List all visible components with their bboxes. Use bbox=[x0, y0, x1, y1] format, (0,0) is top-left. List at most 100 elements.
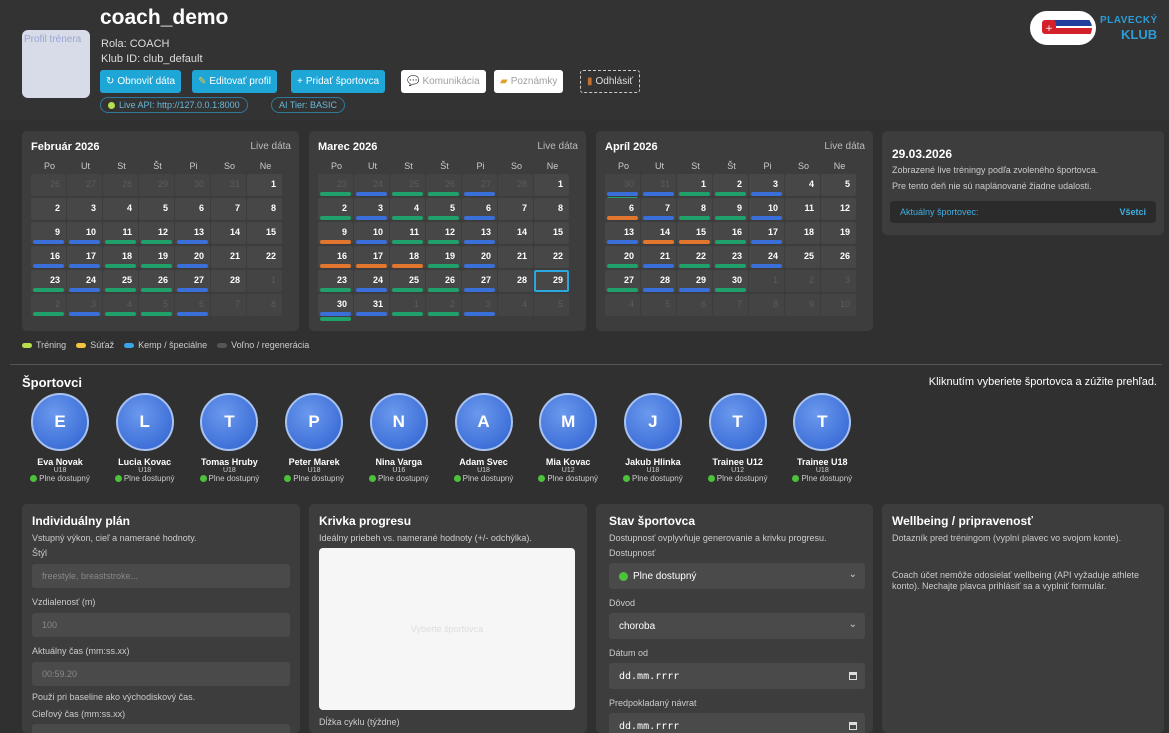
calendar-day[interactable]: 6 bbox=[462, 198, 497, 220]
calendar-day[interactable]: 8 bbox=[749, 294, 784, 316]
notes-button[interactable]: ▰ Poznámky bbox=[494, 70, 564, 93]
event-bar[interactable] bbox=[177, 312, 208, 316]
athlete-avatar[interactable]: A bbox=[454, 393, 513, 451]
calendar-day[interactable]: 11 bbox=[103, 222, 138, 244]
event-bar[interactable] bbox=[356, 264, 387, 268]
event-bar[interactable] bbox=[751, 216, 782, 220]
target-time-input[interactable] bbox=[32, 724, 290, 733]
event-bar[interactable] bbox=[177, 264, 208, 268]
calendar-day[interactable]: 20 bbox=[462, 246, 497, 268]
event-bar[interactable] bbox=[428, 216, 459, 220]
event-bar[interactable] bbox=[69, 288, 100, 292]
calendar-day[interactable]: 19 bbox=[426, 246, 461, 268]
calendar-day[interactable]: 1 bbox=[749, 270, 784, 292]
distance-input[interactable]: 100 bbox=[32, 613, 290, 637]
calendar-day[interactable]: 5 bbox=[139, 294, 174, 316]
calendar-day[interactable]: 25 bbox=[785, 246, 820, 268]
reason-select[interactable]: choroba ⌄ bbox=[609, 613, 865, 639]
calendar-day[interactable]: 6 bbox=[677, 294, 712, 316]
calendar-day[interactable]: 30 bbox=[175, 174, 210, 196]
calendar-day[interactable]: 4 bbox=[785, 174, 820, 196]
event-bar[interactable] bbox=[715, 192, 746, 196]
return-date-input[interactable]: dd.mm.rrrr bbox=[609, 713, 865, 733]
calendar-day[interactable]: 1 bbox=[390, 294, 425, 316]
calendar-day[interactable]: 6 bbox=[175, 198, 210, 220]
calendar-day[interactable]: 23 bbox=[318, 270, 353, 292]
event-bar[interactable] bbox=[643, 192, 674, 196]
athlete-card[interactable]: J Jakub Hlinka U18 Plne dostupný bbox=[612, 393, 694, 483]
calendar-day[interactable]: 1 bbox=[677, 174, 712, 196]
event-bar[interactable] bbox=[464, 312, 495, 316]
event-bar[interactable] bbox=[105, 312, 136, 316]
athlete-avatar[interactable]: E bbox=[31, 393, 89, 451]
event-bar[interactable] bbox=[607, 288, 638, 292]
calendar-day[interactable]: 8 bbox=[247, 294, 282, 316]
calendar-day[interactable]: 27 bbox=[462, 174, 497, 196]
calendar-day[interactable]: 3 bbox=[354, 198, 389, 220]
calendar-day[interactable]: 19 bbox=[821, 222, 856, 244]
event-bar[interactable] bbox=[607, 216, 638, 220]
calendar-day[interactable]: 24 bbox=[354, 174, 389, 196]
calendar-icon[interactable] bbox=[849, 672, 857, 680]
calendar-day[interactable]: 5 bbox=[426, 198, 461, 220]
calendar-day[interactable]: 7 bbox=[498, 198, 533, 220]
event-bar[interactable] bbox=[356, 288, 387, 292]
athlete-card[interactable]: T Tomas Hruby U18 Plne dostupný bbox=[188, 393, 270, 483]
calendar-day[interactable]: 27 bbox=[605, 270, 640, 292]
athlete-avatar[interactable]: T bbox=[793, 393, 852, 451]
calendar-day[interactable]: 7 bbox=[641, 198, 676, 220]
event-bar[interactable] bbox=[320, 317, 351, 321]
event-bar[interactable] bbox=[751, 192, 782, 196]
event-bar[interactable] bbox=[69, 264, 100, 268]
calendar-day[interactable]: 26 bbox=[31, 174, 66, 196]
event-bar[interactable] bbox=[428, 312, 459, 316]
event-bar[interactable] bbox=[141, 240, 172, 244]
athlete-card[interactable]: N Nina Varga U16 Plne dostupný bbox=[358, 393, 440, 483]
calendar-day[interactable]: 28 bbox=[211, 270, 246, 292]
calendar-day[interactable]: 4 bbox=[390, 198, 425, 220]
event-bar[interactable] bbox=[715, 240, 746, 244]
event-bar[interactable] bbox=[105, 288, 136, 292]
event-bar[interactable] bbox=[464, 192, 495, 196]
add-athlete-button[interactable]: + Pridať športovca bbox=[291, 70, 386, 93]
event-bar[interactable] bbox=[715, 216, 746, 220]
calendar-day[interactable]: 14 bbox=[211, 222, 246, 244]
event-bar[interactable] bbox=[392, 240, 423, 244]
calendar-day[interactable]: 1 bbox=[534, 174, 569, 196]
athlete-card[interactable]: M Mia Kovac U12 Plne dostupný bbox=[527, 393, 609, 483]
coach-avatar[interactable]: Profil trénera bbox=[22, 30, 90, 98]
calendar-day[interactable]: 7 bbox=[713, 294, 748, 316]
athlete-card[interactable]: E Eva Novak U18 Plne dostupný bbox=[19, 393, 101, 483]
calendar-day[interactable]: 2 bbox=[713, 174, 748, 196]
calendar-day[interactable]: 24 bbox=[67, 270, 102, 292]
event-bar[interactable] bbox=[643, 288, 674, 292]
event-bar[interactable] bbox=[320, 240, 351, 244]
calendar-day[interactable]: 15 bbox=[534, 222, 569, 244]
calendar-day[interactable]: 10 bbox=[354, 222, 389, 244]
event-bar[interactable] bbox=[464, 216, 495, 220]
event-bar[interactable] bbox=[715, 264, 746, 268]
calendar-day[interactable]: 9 bbox=[713, 198, 748, 220]
calendar-icon[interactable] bbox=[849, 722, 857, 730]
calendar-day[interactable]: 24 bbox=[749, 246, 784, 268]
event-bar[interactable] bbox=[320, 216, 351, 220]
athlete-avatar[interactable]: J bbox=[623, 393, 682, 451]
calendar-day[interactable]: 27 bbox=[175, 270, 210, 292]
event-bar[interactable] bbox=[392, 264, 423, 268]
calendar-day[interactable]: 23 bbox=[318, 174, 353, 196]
calendar-day[interactable]: 10 bbox=[749, 198, 784, 220]
communication-button[interactable]: 💬 Komunikácia bbox=[401, 70, 486, 93]
calendar-day[interactable]: 19 bbox=[139, 246, 174, 268]
calendar-day[interactable]: 22 bbox=[534, 246, 569, 268]
athlete-avatar[interactable]: P bbox=[285, 393, 344, 451]
calendar-day[interactable]: 2 bbox=[426, 294, 461, 316]
athlete-avatar[interactable]: T bbox=[200, 393, 259, 451]
calendar-day[interactable]: 2 bbox=[785, 270, 820, 292]
calendar-day[interactable]: 20 bbox=[175, 246, 210, 268]
calendar-day[interactable]: 15 bbox=[677, 222, 712, 244]
athlete-avatar[interactable]: N bbox=[369, 393, 428, 451]
event-bar[interactable] bbox=[679, 192, 710, 196]
calendar-day[interactable]: 23 bbox=[713, 246, 748, 268]
calendar-day[interactable]: 3 bbox=[749, 174, 784, 196]
calendar-day[interactable]: 27 bbox=[462, 270, 497, 292]
